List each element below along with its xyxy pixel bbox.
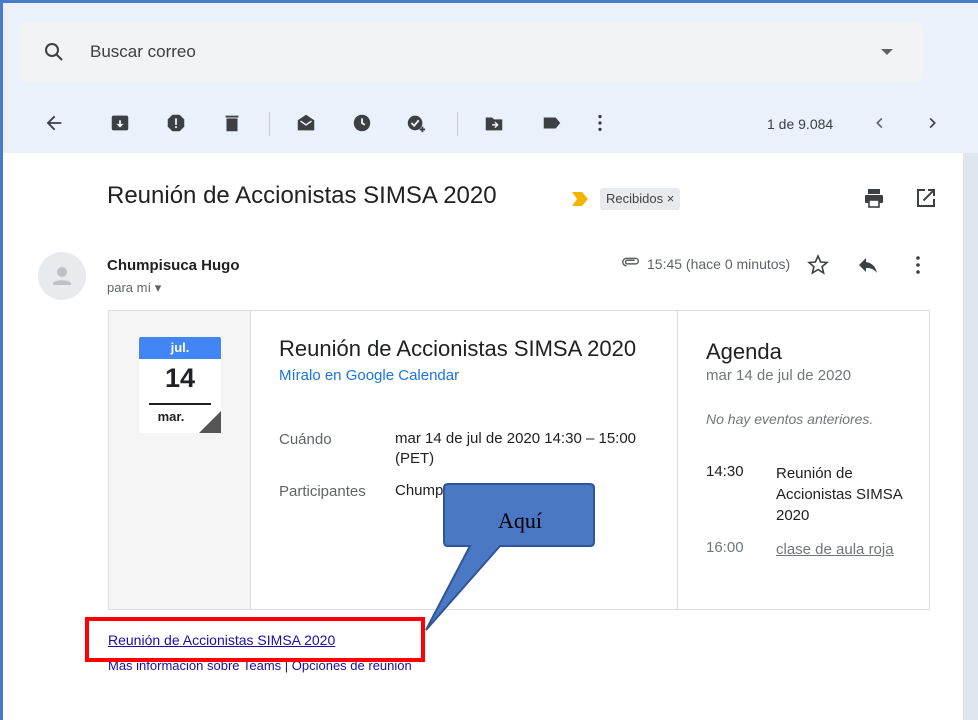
- star-icon[interactable]: [806, 253, 830, 277]
- calendar-day: 14: [164, 363, 196, 393]
- move-to-icon[interactable]: [481, 110, 507, 136]
- chevron-down-icon[interactable]: ▾: [155, 280, 162, 295]
- view-in-calendar-link[interactable]: Míralo en Google Calendar: [279, 367, 669, 384]
- agenda-event-name: Reunión de Accionistas SIMSA 2020: [776, 465, 902, 524]
- labels-icon[interactable]: [539, 110, 565, 136]
- calendar-divider: [149, 403, 211, 405]
- callout-label: Aquí: [498, 508, 542, 533]
- search-icon[interactable]: [42, 40, 66, 64]
- back-arrow-icon[interactable]: [41, 110, 67, 136]
- attachment-icon: [622, 257, 639, 267]
- agenda-event-link[interactable]: clase de aula roja: [776, 539, 906, 560]
- email-subject: Reunión de Accionistas SIMSA 2020: [107, 182, 497, 209]
- event-title: Reunión de Accionistas SIMSA 2020: [279, 336, 637, 361]
- label-chip-inbox[interactable]: Recibidos ×: [600, 188, 681, 210]
- when-label: Cuándo: [279, 431, 332, 448]
- calendar-weekday: mar.: [157, 409, 185, 424]
- calendar-month: jul.: [139, 337, 221, 359]
- search-options-icon[interactable]: [881, 49, 893, 55]
- calendar-body: 14 mar.: [139, 359, 221, 433]
- email-timestamp: 15:45 (hace 0 minutos): [647, 256, 791, 272]
- label-chip-text: Recibidos: [606, 191, 664, 206]
- more-options-icon[interactable]: [906, 253, 930, 277]
- mark-unread-icon[interactable]: [293, 110, 319, 136]
- when-value: mar 14 de jul de 2020 14:30 – 15:00 (PET…: [395, 430, 637, 467]
- agenda-date: mar 14 de jul de 2020: [706, 367, 852, 384]
- invite-date-panel: jul. 14 mar.: [109, 311, 251, 609]
- remove-label-icon[interactable]: ×: [667, 191, 675, 206]
- newer-icon[interactable]: [867, 110, 893, 136]
- snooze-icon[interactable]: [349, 110, 375, 136]
- highlight-box: [85, 617, 425, 662]
- search-input[interactable]: Buscar correo: [90, 42, 196, 62]
- delete-icon[interactable]: [219, 110, 245, 136]
- print-icon[interactable]: [862, 186, 886, 210]
- agenda-no-events: No hay eventos anteriores.: [706, 411, 874, 427]
- agenda-event-time: 16:00: [706, 539, 744, 556]
- participants-label: Participantes: [279, 483, 366, 500]
- scrollbar[interactable]: [963, 153, 978, 720]
- agenda-title: Agenda: [706, 339, 782, 364]
- search-bar[interactable]: Buscar correo: [18, 22, 923, 82]
- person-icon: [53, 267, 71, 285]
- recipient-details[interactable]: para mí ▾: [107, 280, 161, 296]
- page-fold-icon: [199, 411, 221, 433]
- older-icon[interactable]: [919, 110, 945, 136]
- recipient-label: para mí: [107, 280, 152, 295]
- reply-icon[interactable]: [856, 253, 880, 277]
- important-marker-icon[interactable]: [572, 192, 588, 206]
- more-vert-icon[interactable]: [587, 110, 613, 136]
- toolbar-divider: [269, 112, 270, 136]
- open-new-window-icon[interactable]: [914, 186, 938, 210]
- report-spam-icon[interactable]: [163, 110, 189, 136]
- archive-icon[interactable]: [107, 110, 133, 136]
- invite-details: Reunión de Accionistas SIMSA 2020 Míralo…: [279, 336, 669, 385]
- avatar[interactable]: [38, 252, 86, 300]
- sender-name[interactable]: Chumpisuca Hugo: [107, 257, 240, 274]
- message-counter: 1 de 9.084: [767, 116, 834, 132]
- calendar-date-icon: jul. 14 mar.: [139, 337, 221, 437]
- toolbar-divider: [457, 112, 458, 136]
- add-task-icon[interactable]: [403, 110, 429, 136]
- message-toolbar: 1 de 9.084: [3, 96, 978, 152]
- agenda-event-time: 14:30: [706, 463, 744, 480]
- agenda-panel: Agenda mar 14 de jul de 2020 No hay even…: [677, 311, 929, 609]
